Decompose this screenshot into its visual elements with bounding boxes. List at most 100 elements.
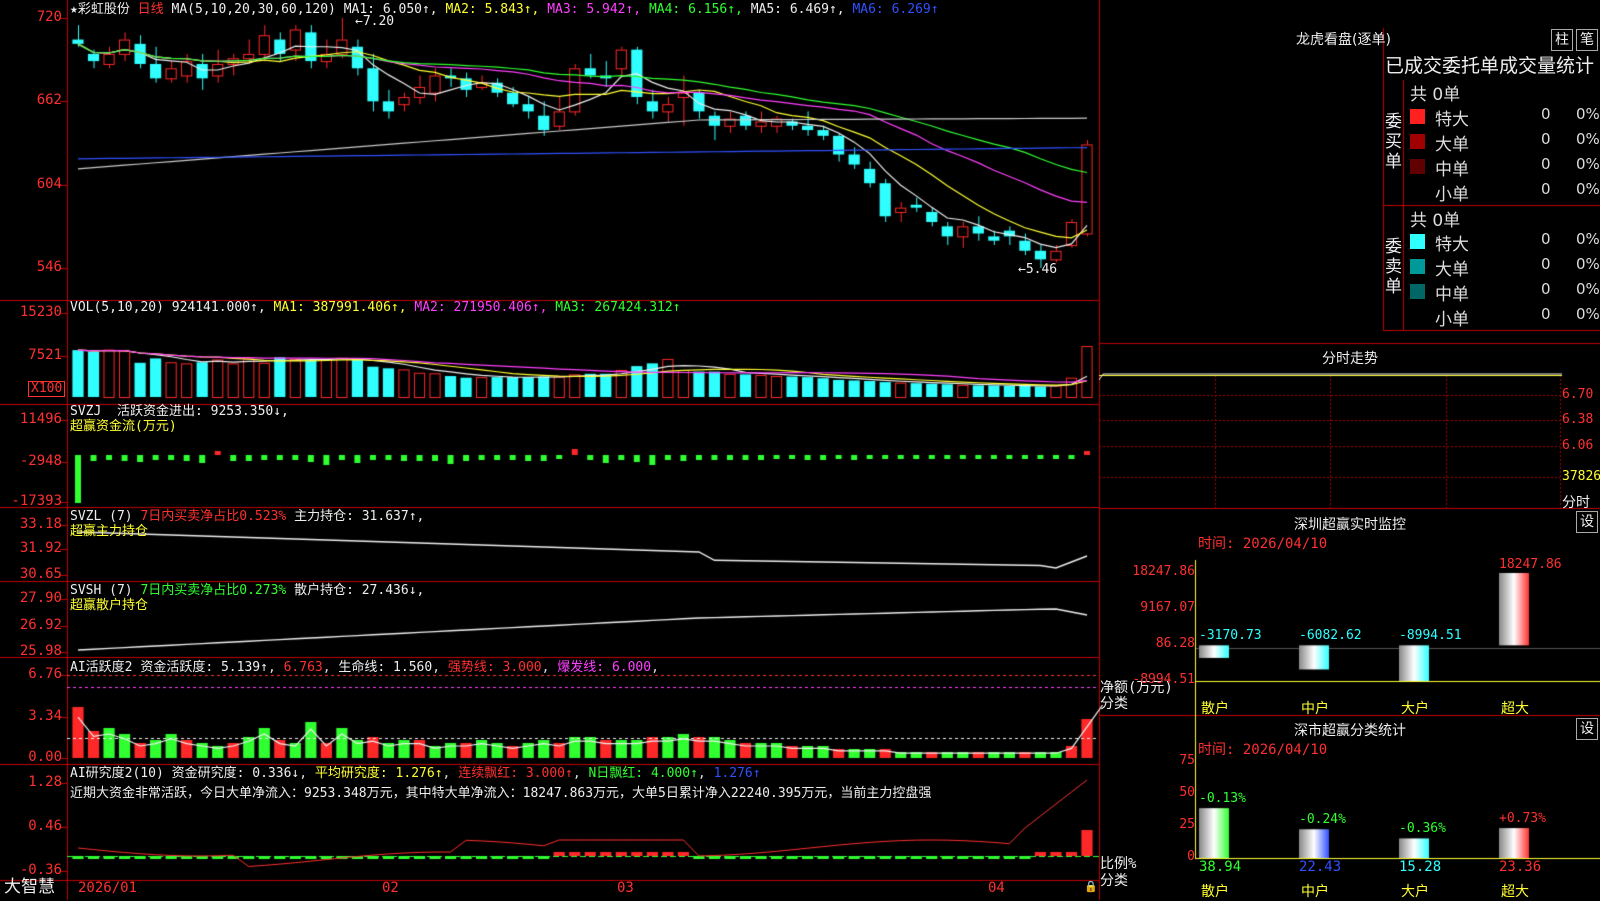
sz-monitor-y-tick: 86.28 <box>1155 636 1195 651</box>
vol-value-0: 924141.000↑, <box>171 300 274 315</box>
sz-monitor-category: 散户 <box>1201 701 1229 717</box>
period-label[interactable]: 日线 <box>138 2 164 17</box>
sell-row-pct: 0% <box>1576 280 1600 298</box>
sz-classify-category: 大户 <box>1401 884 1429 900</box>
intraday-tick: 6.06 <box>1562 438 1594 453</box>
x-axis-label-feb: 02 <box>382 880 399 896</box>
y-tick-svsh: 27.90 <box>19 590 62 606</box>
ma-values: MA1: 6.050↑, MA2: 5.843↑, MA3: 5.942↑, M… <box>344 2 939 17</box>
sz-classify-category: 中户 <box>1301 884 1329 900</box>
stock-name[interactable]: ★彩虹股份 <box>70 2 130 17</box>
vol-header: VOL(5,10,20) 924141.000↑, MA1: 387991.40… <box>70 300 681 316</box>
buy-row-name: 中单 <box>1435 160 1469 180</box>
ai-research-header: AI研究度2(10) 资金研究度: 0.336↓, 平均研究度: 1.276↑,… <box>70 766 761 781</box>
sell-row-count: 0 <box>1541 305 1551 323</box>
sz-monitor-value-label: -8994.51 <box>1399 628 1462 644</box>
sell-row-name: 中单 <box>1435 285 1469 305</box>
buy-row-pct: 0% <box>1576 180 1600 198</box>
lock-icon[interactable]: 🔒 <box>1084 879 1098 895</box>
burst-line-value: 爆发线: 6.000 <box>557 660 652 675</box>
svzl-label: SVZL (7) <box>70 509 133 524</box>
vol-label: VOL(5,10,20) <box>70 300 164 315</box>
y-tick-price: 720 <box>36 9 62 25</box>
sell-row-name: 小单 <box>1435 310 1469 330</box>
sz-monitor-title: 深圳超赢实时监控 <box>1294 517 1406 533</box>
low-price-marker: ←5.46 <box>1018 262 1058 277</box>
life-line-value: 生命线: 1.560 <box>338 660 433 675</box>
main-chart-header: ★彩虹股份 日线 MA(5,10,20,30,60,120) MA1: 6.05… <box>70 2 939 18</box>
sz-classify-time: 时间: 2026/04/10 <box>1198 742 1328 758</box>
svzj-label: SVZJ <box>70 404 102 419</box>
svzj-value: 活跃资金进出: 9253.350↓, <box>116 404 289 419</box>
sell-row-count: 0 <box>1541 255 1551 273</box>
buy-row-pct: 0% <box>1576 155 1600 173</box>
buy-row-count: 0 <box>1541 180 1551 198</box>
svsh-subtitle: 超赢散户持仓 <box>70 598 149 613</box>
sell-row-swatch <box>1410 259 1425 274</box>
sz-monitor-y-tick: 18247.86 <box>1132 564 1195 579</box>
bar-view-button[interactable]: 柱 <box>1551 29 1573 51</box>
svsh-ratio: 7日内买卖净占比0.273% <box>140 583 287 598</box>
y-tick-svzj: -17393 <box>11 493 62 509</box>
sell-row-swatch <box>1410 234 1425 249</box>
intraday-title[interactable]: 分时走势 <box>1100 348 1600 368</box>
sz-classify-axis-category: 分类 <box>1100 873 1128 889</box>
ai-activity-peak: 6.763 <box>283 660 323 675</box>
y-tick-svsh: 26.92 <box>19 617 62 633</box>
sell-orders-label: 委卖单 <box>1385 237 1402 297</box>
x-axis-label-mar: 03 <box>617 880 634 896</box>
longhu-header: 已成交委托单成交量统计 <box>1385 55 1595 77</box>
sz-classify-category: 散户 <box>1201 884 1229 900</box>
vol-unit: X100 <box>28 381 66 397</box>
sz-monitor-settings-button[interactable]: 设 <box>1576 511 1598 533</box>
buy-row-pct: 0% <box>1576 130 1600 148</box>
svzj-subtitle: 超赢资金流(万元) <box>70 419 177 434</box>
intraday-tick: 6.70 <box>1562 387 1594 402</box>
y-tick-vol: 7521 <box>28 347 62 363</box>
sz-classify-value: 15.28 <box>1399 859 1442 875</box>
y-tick-ai2: 1.28 <box>28 774 62 790</box>
sz-classify-settings-button[interactable]: 设 <box>1576 718 1598 740</box>
kline-chart-canvas[interactable] <box>0 0 1600 900</box>
buy-total: 共 0单 <box>1410 85 1461 105</box>
ma-value-2: MA2: 5.843↑, <box>445 2 548 17</box>
sz-classify-y-tick: 25 <box>1179 817 1195 832</box>
sz-classify-change: +0.73% <box>1499 811 1546 827</box>
svzl-subtitle: 超赢主力持仓 <box>70 524 149 539</box>
intraday-unit: 分时 <box>1562 495 1590 511</box>
ai-activity-value: 资金活跃度: 5.139↑ <box>140 660 268 675</box>
sell-total: 共 0单 <box>1410 211 1461 231</box>
y-tick-ai2: -0.36 <box>19 862 62 878</box>
y-tick-svzj: 11496 <box>19 411 62 427</box>
sz-monitor-category: 中户 <box>1301 701 1329 717</box>
sell-row-swatch <box>1410 284 1425 299</box>
svsh-hold: 散户持仓: 27.436↓, <box>294 583 425 598</box>
buy-row-count: 0 <box>1541 105 1551 123</box>
sz-classify-value: 38.94 <box>1199 859 1242 875</box>
buy-row-count: 0 <box>1541 130 1551 148</box>
y-tick-svzl: 33.18 <box>19 516 62 532</box>
buy-orders-label: 委买单 <box>1385 112 1402 172</box>
brand-logo[interactable]: 大智慧 <box>4 879 55 896</box>
sz-classify-y-tick: 75 <box>1179 753 1195 768</box>
intraday-tick: 6.38 <box>1562 412 1594 427</box>
vol-values: 924141.000↑, MA1: 387991.406↑, MA2: 2719… <box>172 300 681 315</box>
high-price-marker: ←7.20 <box>355 14 395 29</box>
buy-row-name: 特大 <box>1435 110 1469 130</box>
n-day-red-value: N日飘红: 4.000↑ <box>588 766 698 781</box>
sell-row-name: 特大 <box>1435 235 1469 255</box>
sz-classify-axis-label: 比例% <box>1100 856 1137 872</box>
y-tick-ai1: 0.00 <box>28 749 62 765</box>
sz-monitor-y-tick: -8994.51 <box>1132 672 1195 687</box>
ma-value-5: MA5: 6.469↑, <box>750 2 853 17</box>
y-tick-ai1: 6.76 <box>28 666 62 682</box>
sz-classify-y-tick: 50 <box>1179 785 1195 800</box>
y-tick-ai1: 3.34 <box>28 708 62 724</box>
sz-monitor-axis-category: 分类 <box>1100 696 1128 712</box>
svzj-header: SVZJ 活跃资金进出: 9253.350↓, <box>70 404 289 420</box>
y-tick-svzl: 30.65 <box>19 566 62 582</box>
avg-research-value: 平均研究度: 1.276↑ <box>314 766 443 781</box>
sell-row-name: 大单 <box>1435 260 1469 280</box>
buy-row-pct: 0% <box>1576 105 1600 123</box>
tick-view-button[interactable]: 笔 <box>1576 29 1598 51</box>
